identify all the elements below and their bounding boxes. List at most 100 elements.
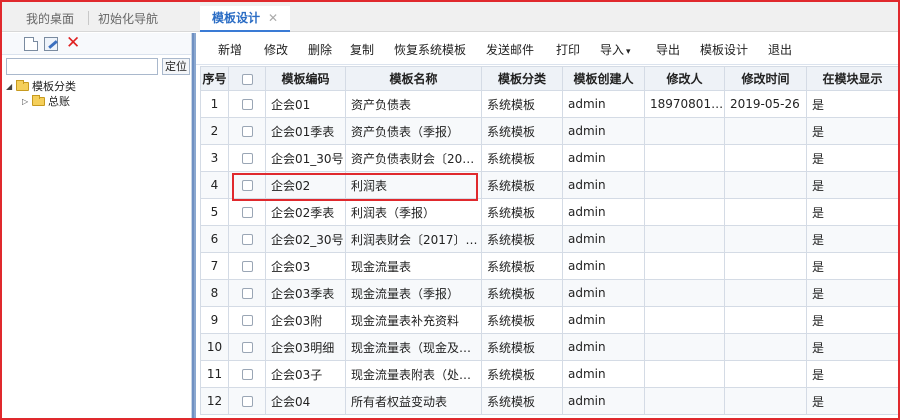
checkbox-icon[interactable]	[241, 99, 253, 110]
print-button[interactable]: 打印	[556, 41, 580, 58]
template-design-button[interactable]: 模板设计	[700, 41, 748, 58]
search-input[interactable]	[6, 58, 158, 75]
tab-my-desktop[interactable]: 我的桌面	[26, 8, 74, 30]
checkbox-icon[interactable]	[241, 153, 253, 164]
tree-node-general-ledger[interactable]: ▷ 总账	[2, 94, 191, 109]
checkbox-icon[interactable]	[241, 315, 253, 326]
cell-category: 系统模板	[481, 333, 563, 361]
table-row[interactable]: 11 企会03子 现金流量表附表（处… 系统模板 admin 是	[200, 360, 898, 388]
cell-modifier	[644, 252, 725, 280]
cell-show-in-module: 是	[806, 279, 898, 307]
tree-node-template-category[interactable]: ◢ 模板分类	[2, 79, 191, 94]
row-checkbox[interactable]	[228, 225, 266, 253]
cell-modifier	[644, 225, 725, 253]
cell-modifier	[644, 333, 725, 361]
send-mail-button[interactable]: 发送邮件	[486, 41, 534, 58]
checkbox-icon[interactable]	[241, 73, 253, 85]
cell-creator: admin	[562, 117, 645, 145]
cell-name: 资产负债表	[345, 90, 482, 118]
locate-button[interactable]: 定位	[162, 58, 190, 75]
restore-template-button[interactable]: 恢复系统模板	[394, 41, 466, 58]
checkbox-icon[interactable]	[241, 342, 253, 353]
delete-button[interactable]: 删除	[308, 41, 332, 58]
cell-category: 系统模板	[481, 225, 563, 253]
table-row[interactable]: 8 企会03季表 现金流量表（季报） 系统模板 admin 是	[200, 279, 898, 307]
row-number: 10	[200, 333, 229, 361]
row-checkbox[interactable]	[228, 387, 266, 415]
table-row[interactable]: 1 企会01 资产负债表 系统模板 admin 18970801… 2019-05-26 是	[200, 90, 898, 118]
cell-modified-time	[724, 387, 807, 415]
col-select-all[interactable]	[228, 66, 266, 91]
col-no[interactable]: 序号	[200, 66, 229, 91]
row-number: 1	[200, 90, 229, 118]
modify-button[interactable]: 修改	[264, 41, 288, 58]
checkbox-icon[interactable]	[241, 234, 253, 245]
table-row[interactable]: 5 企会02季表 利润表（季报） 系统模板 admin 是	[200, 198, 898, 226]
row-checkbox[interactable]	[228, 171, 266, 199]
edit-icon[interactable]	[44, 37, 58, 51]
col-show-in-module[interactable]: 在模块显示	[806, 66, 898, 91]
cell-name: 利润表	[345, 171, 482, 199]
row-checkbox[interactable]	[228, 144, 266, 172]
checkbox-icon[interactable]	[241, 369, 253, 380]
cell-name: 现金流量表补充资料	[345, 306, 482, 334]
cell-modified-time	[724, 333, 807, 361]
table-row[interactable]: 2 企会01季表 资产负债表（季报） 系统模板 admin 是	[200, 117, 898, 145]
tree-collapsed-icon[interactable]: ▷	[22, 94, 28, 109]
row-checkbox[interactable]	[228, 279, 266, 307]
table-row[interactable]: 9 企会03附 现金流量表补充资料 系统模板 admin 是	[200, 306, 898, 334]
cell-name: 现金流量表（现金及…	[345, 333, 482, 361]
tree-expanded-icon[interactable]: ◢	[6, 79, 12, 94]
checkbox-icon[interactable]	[241, 207, 253, 218]
import-button[interactable]: 导入 ▾	[600, 41, 631, 58]
delete-icon[interactable]: ✕	[66, 34, 80, 52]
checkbox-icon[interactable]	[241, 288, 253, 299]
table-row[interactable]: 12 企会04 所有者权益变动表 系统模板 admin 是	[200, 387, 898, 415]
row-checkbox[interactable]	[228, 360, 266, 388]
col-modified-time[interactable]: 修改时间	[724, 66, 807, 91]
col-name[interactable]: 模板名称	[345, 66, 482, 91]
cell-category: 系统模板	[481, 306, 563, 334]
new-document-icon[interactable]	[24, 37, 38, 51]
col-modifier[interactable]: 修改人	[644, 66, 725, 91]
close-icon[interactable]: ✕	[268, 11, 278, 25]
checkbox-icon[interactable]	[241, 396, 253, 407]
cell-category: 系统模板	[481, 252, 563, 280]
add-button[interactable]: 新增	[218, 41, 242, 58]
table-row[interactable]: 7 企会03 现金流量表 系统模板 admin 是	[200, 252, 898, 280]
cell-creator: admin	[562, 252, 645, 280]
copy-button[interactable]: 复制	[350, 41, 374, 58]
col-category[interactable]: 模板分类	[481, 66, 563, 91]
cell-name: 资产负债表财会〔20…	[345, 144, 482, 172]
tree-node-label: 模板分类	[32, 80, 76, 93]
table-row[interactable]: 6 企会02_30号 利润表财会〔2017〕… 系统模板 admin 是	[200, 225, 898, 253]
export-button[interactable]: 导出	[656, 41, 680, 58]
row-checkbox[interactable]	[228, 117, 266, 145]
cell-code: 企会02季表	[265, 198, 346, 226]
checkbox-icon[interactable]	[241, 180, 253, 191]
cell-name: 利润表财会〔2017〕…	[345, 225, 482, 253]
tab-template-design[interactable]: 模板设计 ✕	[200, 6, 291, 32]
cell-show-in-module: 是	[806, 225, 898, 253]
exit-button[interactable]: 退出	[768, 41, 792, 58]
panel-splitter[interactable]	[192, 33, 194, 418]
row-checkbox[interactable]	[228, 252, 266, 280]
cell-creator: admin	[562, 171, 645, 199]
col-code[interactable]: 模板编码	[265, 66, 346, 91]
tab-init-nav[interactable]: 初始化导航	[98, 8, 158, 30]
row-checkbox[interactable]	[228, 333, 266, 361]
col-creator[interactable]: 模板创建人	[562, 66, 645, 91]
row-checkbox[interactable]	[228, 90, 266, 118]
table-row[interactable]: 4 企会02 利润表 系统模板 admin 是	[200, 171, 898, 199]
row-number: 4	[200, 171, 229, 199]
cell-code: 企会03季表	[265, 279, 346, 307]
table-row[interactable]: 10 企会03明细 现金流量表（现金及… 系统模板 admin 是	[200, 333, 898, 361]
cell-show-in-module: 是	[806, 144, 898, 172]
checkbox-icon[interactable]	[241, 126, 253, 137]
row-checkbox[interactable]	[228, 198, 266, 226]
table-row[interactable]: 3 企会01_30号 资产负债表财会〔20… 系统模板 admin 是	[200, 144, 898, 172]
cell-modifier	[644, 279, 725, 307]
checkbox-icon[interactable]	[241, 261, 253, 272]
row-checkbox[interactable]	[228, 306, 266, 334]
cell-category: 系统模板	[481, 144, 563, 172]
